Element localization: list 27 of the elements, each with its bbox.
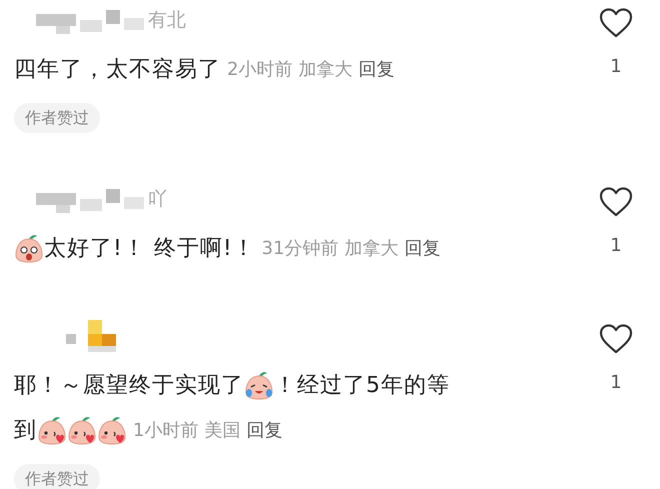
comment-text: 太好了!！ 终于啊!！ — [44, 234, 256, 262]
heart-icon[interactable] — [599, 8, 633, 38]
author-liked-badge: 作者赞过 — [14, 464, 100, 489]
comment-time: 31分钟前 — [262, 236, 339, 260]
comment-location: 美国 — [204, 418, 240, 442]
comment-text: 耶！～愿望终于实现了 — [14, 372, 244, 400]
peach-face-icon — [15, 232, 43, 262]
like-count: 1 — [610, 56, 622, 77]
comment-location: 加拿大 — [344, 236, 399, 260]
reply-link[interactable]: 回复 — [246, 418, 282, 442]
author-liked-badge: 作者赞过 — [14, 103, 100, 133]
comment-location: 加拿大 — [298, 58, 352, 80]
peach-face-icon — [68, 414, 96, 444]
heart-icon[interactable] — [599, 324, 633, 354]
comment-text: 到 — [14, 416, 37, 444]
like-count: 1 — [610, 235, 622, 256]
heart-icon[interactable] — [599, 187, 633, 217]
peach-face-icon — [98, 414, 126, 444]
peach-face-icon — [245, 370, 273, 400]
comment-time: 2小时前 — [227, 58, 292, 80]
like-count: 1 — [610, 372, 622, 393]
peach-face-icon — [38, 414, 66, 444]
comment-text: ！经过了5年的等 — [274, 372, 450, 400]
comment-text: 四年了，太不容易了 — [14, 56, 221, 84]
reply-link[interactable]: 回复 — [404, 236, 441, 260]
reply-link[interactable]: 回复 — [358, 56, 394, 80]
comment-time: 1小时前 — [133, 418, 198, 442]
